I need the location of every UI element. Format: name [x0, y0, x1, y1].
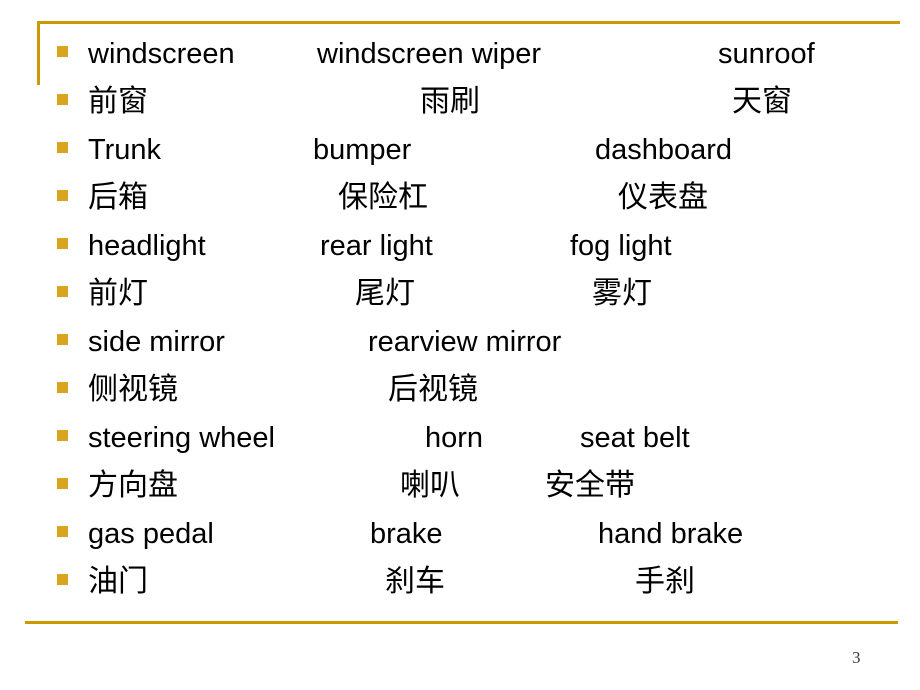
bullet-row: 油门 刹车 手刹	[0, 558, 920, 606]
vocabulary-term: 方向盘	[88, 468, 178, 503]
bullet-row: 前窗 雨刷 天窗	[0, 78, 920, 126]
vocabulary-term: 仪表盘	[618, 180, 708, 215]
vocabulary-term: seat belt	[580, 422, 690, 454]
bullet-row: gas pedal brake hand brake	[0, 510, 920, 558]
vocabulary-term: windscreen wiper	[317, 38, 542, 70]
vocabulary-term: 尾灯	[355, 276, 415, 311]
vocabulary-term: 天窗	[732, 84, 792, 119]
vocabulary-term: 安全带	[545, 468, 635, 503]
bullet-row: 前灯 尾灯 雾灯	[0, 270, 920, 318]
square-bullet-icon	[57, 142, 68, 153]
vocabulary-term: hand brake	[598, 518, 744, 550]
square-bullet-icon	[57, 94, 68, 105]
square-bullet-icon	[57, 238, 68, 249]
vocabulary-term: 前灯	[88, 276, 148, 311]
bullet-row: 方向盘 喇叭 安全带	[0, 462, 920, 510]
vocabulary-term: Trunk	[88, 134, 162, 166]
bullet-row: steering wheel horn seat belt	[0, 414, 920, 462]
vocabulary-term: 手刹	[635, 564, 695, 599]
square-bullet-icon	[57, 190, 68, 201]
vocabulary-term: rear light	[320, 230, 433, 262]
vocabulary-term: 保险杠	[338, 180, 428, 215]
bullet-row: 侧视镜 后视镜	[0, 366, 920, 414]
bullet-row: headlight rear light fog light	[0, 222, 920, 270]
slide-canvas: windscreen windscreen wiper sunroof 前窗 雨刷 天窗 T…	[0, 0, 920, 690]
vocabulary-term: fog light	[570, 230, 672, 262]
accent-rule-bottom	[25, 621, 898, 624]
square-bullet-icon	[57, 382, 68, 393]
bullet-row: Trunk bumper dashboard	[0, 126, 920, 174]
vocabulary-term: dashboard	[595, 134, 733, 166]
square-bullet-icon	[57, 526, 68, 537]
page-number: 3	[852, 648, 861, 667]
vocabulary-term: 雨刷	[420, 84, 480, 119]
square-bullet-icon	[57, 574, 68, 585]
bullet-row: side mirror rearview mirror	[0, 318, 920, 366]
vocabulary-term: brake	[370, 518, 443, 550]
vocabulary-term: windscreen	[88, 38, 235, 70]
square-bullet-icon	[57, 430, 68, 441]
vocabulary-term: bumper	[313, 134, 412, 166]
bullet-row: 后箱 保险杠 仪表盘	[0, 174, 920, 222]
vocabulary-term: steering wheel	[88, 422, 275, 454]
vocabulary-term: headlight	[88, 230, 206, 262]
square-bullet-icon	[57, 334, 68, 345]
vocabulary-term: 前窗	[88, 84, 148, 119]
square-bullet-icon	[57, 46, 68, 57]
vocabulary-bullet-list: windscreen windscreen wiper sunroof 前窗 雨刷 天窗 T…	[0, 30, 920, 606]
accent-rule-top	[37, 21, 900, 24]
vocabulary-term: gas pedal	[88, 518, 214, 550]
vocabulary-term: 喇叭	[400, 468, 460, 503]
vocabulary-term: rearview mirror	[368, 326, 562, 358]
vocabulary-term: 后箱	[88, 180, 148, 215]
vocabulary-term: 刹车	[385, 564, 445, 599]
vocabulary-term: sunroof	[718, 38, 815, 70]
vocabulary-term: 油门	[88, 564, 148, 599]
vocabulary-term: 后视镜	[388, 372, 478, 407]
square-bullet-icon	[57, 286, 68, 297]
square-bullet-icon	[57, 478, 68, 489]
bullet-row: windscreen windscreen wiper sunroof	[0, 30, 920, 78]
vocabulary-term: side mirror	[88, 326, 225, 358]
vocabulary-term: 雾灯	[592, 276, 652, 311]
vocabulary-term: 侧视镜	[88, 372, 178, 407]
vocabulary-term: horn	[425, 422, 484, 454]
